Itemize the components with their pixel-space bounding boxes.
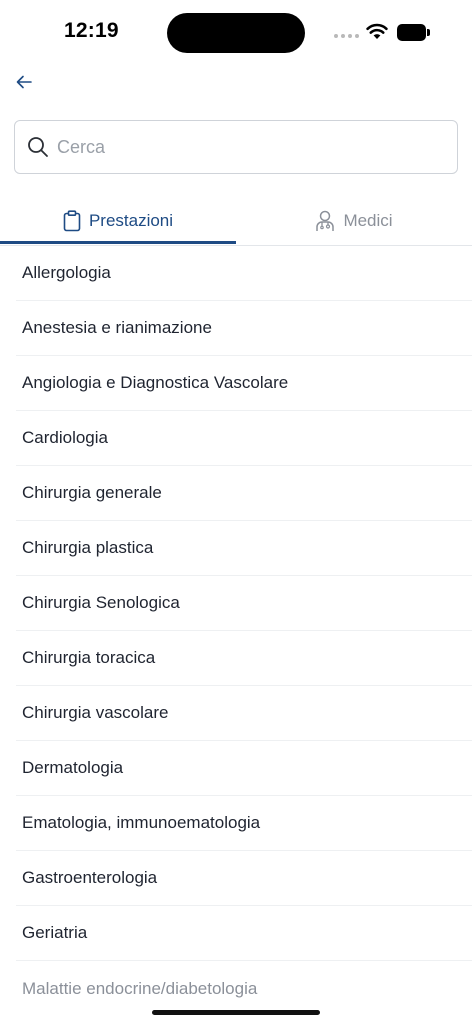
arrow-left-icon [16,75,32,89]
list-item[interactable]: Angiologia e Diagnostica Vascolare [16,356,472,411]
cellular-signal-icon [334,34,359,38]
tab-bar: Prestazioni Medici [0,196,472,246]
screen: 12:19 Cerca Prestazioni Medici Allergolo… [0,0,472,1024]
list-item[interactable]: Malattie endocrine/diabetologia [16,961,472,1016]
tab-prestazioni[interactable]: Prestazioni [0,196,236,245]
list-item[interactable]: Geriatria [16,906,472,961]
doctor-icon [316,210,335,231]
wifi-icon [366,23,388,39]
list-item[interactable]: Dermatologia [16,741,472,796]
home-indicator[interactable] [152,1010,320,1015]
clipboard-icon [63,209,81,231]
status-bar: 12:19 [0,0,472,64]
tab-medici[interactable]: Medici [236,196,472,245]
list-item[interactable]: Cardiologia [16,411,472,466]
battery-icon [397,24,430,41]
tab-medici-label: Medici [343,210,393,230]
search-input[interactable] [57,136,437,158]
list-item[interactable]: Chirurgia Senologica [16,576,472,631]
list-item[interactable]: Chirurgia plastica [16,521,472,576]
list-item[interactable]: Chirurgia toracica [16,631,472,686]
services-list: Allergologia Anestesia e rianimazione An… [16,246,472,1016]
list-item[interactable]: Chirurgia vascolare [16,686,472,741]
back-button[interactable] [12,70,36,94]
list-item[interactable]: Ematologia, immunoematologia [16,796,472,851]
tab-prestazioni-label: Prestazioni [88,210,174,230]
list-item[interactable]: Anestesia e rianimazione [16,301,472,356]
status-time: 12:19 [64,19,119,42]
list-item[interactable]: Chirurgia generale [16,466,472,521]
list-item[interactable]: Gastroenterologia [16,851,472,906]
list-item[interactable]: Allergologia [16,246,472,301]
dynamic-island [167,13,305,53]
search-icon [27,136,49,158]
active-tab-indicator [0,241,236,244]
search-field[interactable] [14,120,458,174]
